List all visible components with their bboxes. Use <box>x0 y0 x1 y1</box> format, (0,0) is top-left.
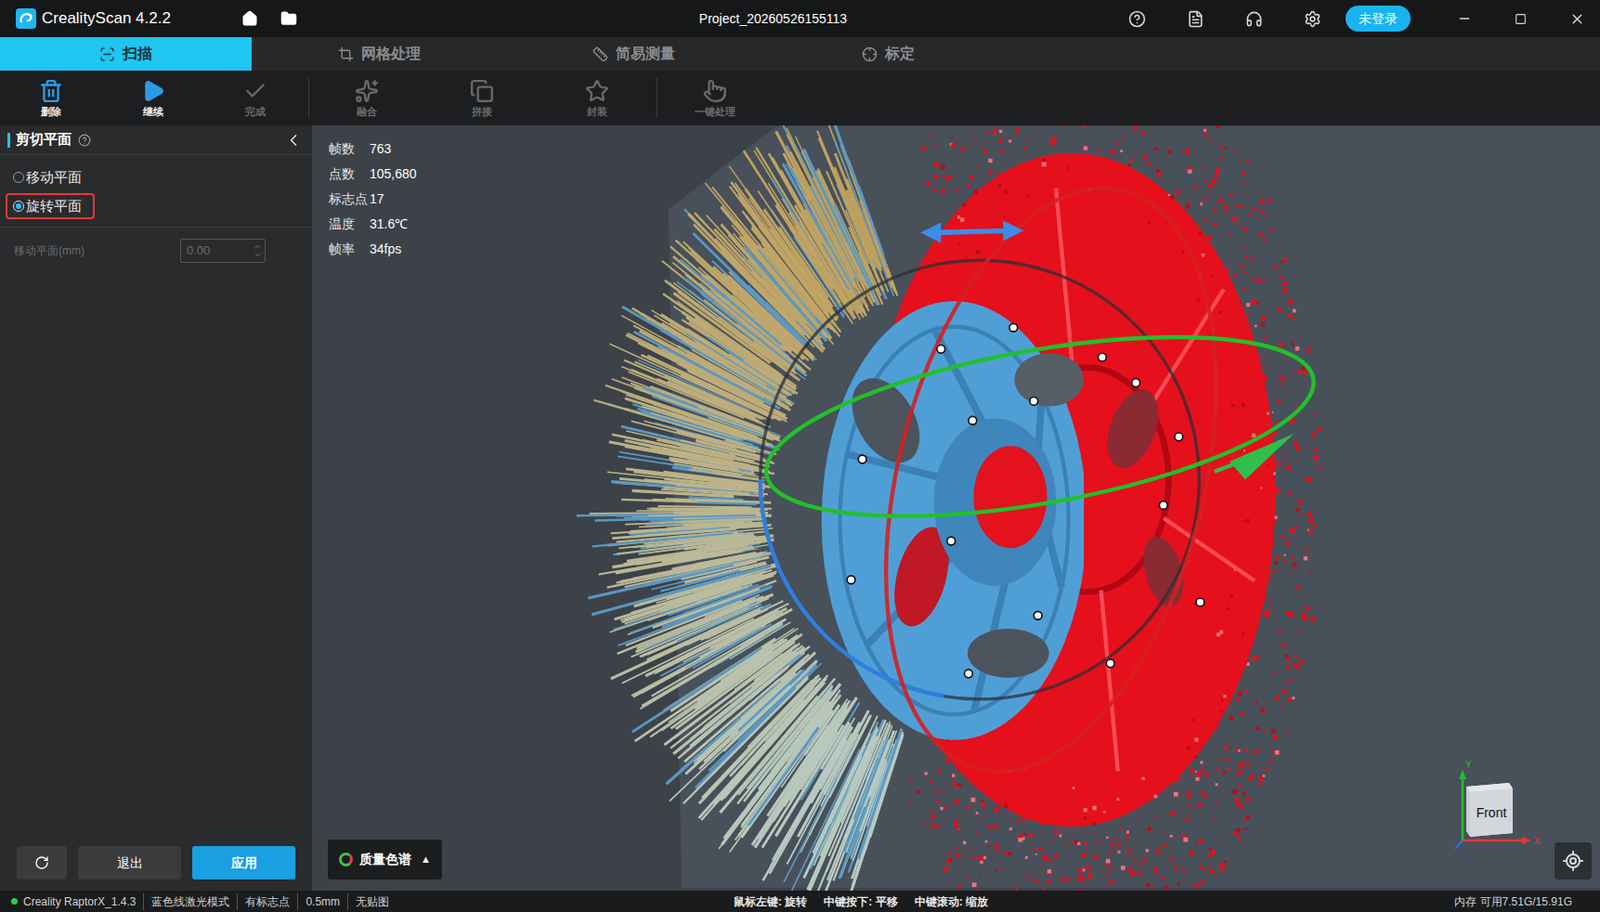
mouse-hint: 中键滚动: 缩放 <box>914 893 989 911</box>
folder-icon <box>280 10 298 27</box>
toolbar: 删除继续完成融合拼接封装一键处理 <box>0 70 1600 126</box>
tab-icon <box>99 46 116 63</box>
toolbar-group: 一键处理 <box>656 78 773 118</box>
panel-title: 剪切平面 <box>15 129 72 151</box>
stat-row: 帧数763 <box>328 136 417 162</box>
toolbar-icon <box>585 78 610 104</box>
viewport[interactable]: 帧数763点数105,680标志点17温度31.6℃帧率34fps 质量色谱▲ Fr… <box>312 125 1600 891</box>
mode-tab[interactable]: 简易测量 <box>506 37 761 71</box>
minimize-icon <box>1456 11 1472 27</box>
mouse-hint: 中键按下: 平移 <box>823 893 898 911</box>
stat-row: 温度31.6℃ <box>328 211 417 237</box>
tab-icon <box>592 46 609 63</box>
maximize-button[interactable] <box>1514 13 1527 26</box>
scan-stats: 帧数763点数105,680标志点17温度31.6℃帧率34fps <box>328 136 417 262</box>
connection-dot <box>11 897 18 905</box>
close-icon <box>1569 11 1586 27</box>
toolbar-icon <box>243 78 268 104</box>
app-title: CrealityScan 4.2.2 <box>41 6 171 31</box>
support-button[interactable] <box>1245 10 1263 28</box>
maximize-icon <box>1514 13 1527 26</box>
toolbar-group: 融合拼接封装 <box>308 78 655 118</box>
collapse-icon[interactable] <box>284 130 303 150</box>
panel-header: 剪切平面 <box>0 125 313 156</box>
mode-tab[interactable]: 扫描 <box>0 37 252 71</box>
quality-colormap-button[interactable]: 质量色谱▲ <box>327 839 443 880</box>
main-area: 剪切平面移动平面旋转平面移动平面(mm)0.00退出应用帧数763点数105,6… <box>0 125 1600 891</box>
home-icon <box>241 10 259 27</box>
minimize-button[interactable] <box>1456 11 1472 27</box>
status-item: 0.5mm <box>297 893 348 911</box>
settings-icon <box>1303 10 1322 28</box>
login-button[interactable]: 未登录 <box>1345 5 1411 32</box>
increment-icon[interactable] <box>253 242 262 251</box>
toolbar-icon <box>469 78 495 104</box>
toolbar-button[interactable]: 继续 <box>102 70 205 126</box>
rotate-gizmo[interactable] <box>753 153 1327 807</box>
status-item: Creality RaptorX_1.4.3 <box>23 893 144 911</box>
toolbar-button[interactable]: 封装 <box>539 78 655 118</box>
plane-mode-radio[interactable]: 移动平面 <box>5 164 95 191</box>
home-button[interactable] <box>241 10 259 27</box>
memory-status: 内存 可用7.51G/15.91G <box>1454 893 1600 911</box>
manual-icon <box>1186 10 1205 28</box>
reset-button[interactable] <box>16 845 67 880</box>
close-button[interactable] <box>1569 11 1586 27</box>
move-distance-input[interactable]: 0.00 <box>180 238 266 263</box>
app-logo-icon <box>15 8 37 29</box>
mouse-hint: 鼠标左键: 旋转 <box>733 893 807 911</box>
toolbar-icon <box>354 78 379 104</box>
toolbar-button[interactable]: 一键处理 <box>657 78 773 118</box>
reset-icon <box>34 855 50 871</box>
toolbar-group: 删除继续完成 <box>0 70 307 126</box>
toolbar-button[interactable]: 完成 <box>204 70 307 126</box>
status-item: 无贴图 <box>347 893 397 911</box>
mode-tab[interactable]: 网格处理 <box>251 37 507 71</box>
open-folder-button[interactable] <box>280 10 298 27</box>
help-icon <box>1128 10 1146 28</box>
svg-text:Y: Y <box>1465 759 1472 770</box>
toolbar-icon <box>702 78 728 104</box>
scan-viewport-canvas[interactable] <box>312 125 1600 891</box>
toolbar-button[interactable]: 拼接 <box>424 78 540 118</box>
cut-plane-panel: 剪切平面移动平面旋转平面移动平面(mm)0.00 退出应用 <box>0 125 313 891</box>
status-item: 蓝色线激光模式 <box>143 893 237 911</box>
tab-icon <box>338 46 354 63</box>
settings-button[interactable] <box>1303 10 1322 28</box>
manual-button[interactable] <box>1186 10 1205 28</box>
toolbar-icon <box>141 78 166 104</box>
point-cloud-red <box>909 125 1323 891</box>
help-icon[interactable] <box>78 133 92 147</box>
toolbar-button[interactable]: 删除 <box>0 70 103 126</box>
project-name: Project_20260526155113 <box>671 9 847 29</box>
stat-row: 帧率34fps <box>328 236 417 262</box>
svg-text:X: X <box>1534 835 1541 846</box>
title-bar: CrealityScan 4.2.2 Project_20260526155113… <box>0 0 1600 38</box>
apply-button[interactable]: 应用 <box>192 845 296 880</box>
crealityscan-window: CrealityScan 4.2.2 Project_20260526155113… <box>0 0 1600 912</box>
status-item: 有标志点 <box>236 893 298 911</box>
view-cube[interactable]: Front Y X <box>1451 758 1545 856</box>
move-distance-field: 移动平面(mm)0.00 <box>0 227 313 263</box>
stat-row: 点数105,680 <box>328 161 417 187</box>
recenter-icon <box>1561 849 1585 872</box>
support-icon <box>1245 10 1263 28</box>
tab-icon <box>861 46 878 63</box>
ground-plane <box>668 126 1600 888</box>
colormap-icon <box>338 852 353 867</box>
marker-points <box>846 323 1205 677</box>
mode-tab[interactable]: 标定 <box>760 37 1015 71</box>
help-button[interactable] <box>1128 10 1146 28</box>
svg-text:Front: Front <box>1476 805 1508 820</box>
plane-mode-radio[interactable]: 旋转平面 <box>5 193 95 220</box>
status-bar: Creality RaptorX_1.4.3蓝色线激光模式有标志点0.5mm无贴… <box>0 890 1600 912</box>
toolbar-button[interactable]: 融合 <box>309 78 425 118</box>
mode-tab-bar: 扫描网格处理简易测量标定 <box>0 37 1600 71</box>
exit-button[interactable]: 退出 <box>78 845 182 880</box>
stat-row: 标志点17 <box>328 186 417 212</box>
recenter-view-button[interactable] <box>1554 842 1592 880</box>
decrement-icon[interactable] <box>253 250 262 260</box>
toolbar-icon <box>39 78 64 104</box>
